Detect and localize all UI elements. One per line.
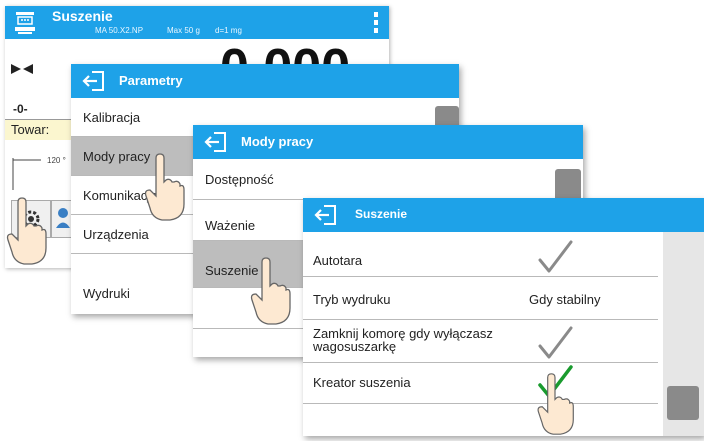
hand-pointer-icon [142,152,186,222]
suszenie-header: Suszenie [303,198,704,232]
product-label: Towar: [11,122,50,137]
hand-pointer-icon [533,372,577,436]
suszenie-row-tryb-wydruku[interactable]: Tryb wydruku Gdy stabilny [303,277,658,320]
mody-pracy-header: Mody pracy [193,125,583,159]
back-arrow-icon[interactable] [81,70,107,92]
hand-pointer-icon [248,256,292,326]
checkmark-icon [537,240,573,277]
main-title: Suszenie [52,8,113,24]
checkmark-icon [537,326,573,363]
tryb-wydruku-value: Gdy stabilny [529,292,601,307]
zero-indicator: -0- [13,102,28,116]
suszenie-row-kreator-suszenia[interactable]: Kreator suszenia [303,363,658,404]
d-text: d=1 mg [215,26,242,35]
graph-label: 120 ° [47,156,66,165]
model-text: MA 50.X2.NP [95,26,144,35]
stability-icon [11,61,33,74]
suszenie-title: Suszenie [355,207,408,221]
graph-area: 120 ° [11,156,67,192]
back-arrow-icon[interactable] [313,204,339,226]
parametry-title: Parametry [119,73,183,88]
balance-icon [13,10,37,36]
back-arrow-icon[interactable] [203,131,229,153]
suszenie-row-autotara[interactable]: Autotara [303,232,658,277]
suszenie-window: Suszenie Autotara Tryb wydruku Gdy stabi… [303,198,704,436]
menu-dots-icon[interactable] [373,12,379,34]
mody-pracy-title: Mody pracy [241,134,314,149]
suszenie-row-zamknij-komore[interactable]: Zamknij komorę gdy wyłączasz wagosuszark… [303,320,658,363]
hand-pointer-icon [4,196,48,266]
suszenie-scroll-down[interactable] [667,386,699,420]
mody-pracy-item-dostepnosc[interactable]: Dostępność [193,159,553,200]
main-header: Suszenie MA 50.X2.NP Max 50 g d=1 mg [5,6,389,39]
user-icon [55,207,71,234]
max-text: Max 50 g [167,26,200,35]
parametry-header: Parametry [71,64,459,98]
